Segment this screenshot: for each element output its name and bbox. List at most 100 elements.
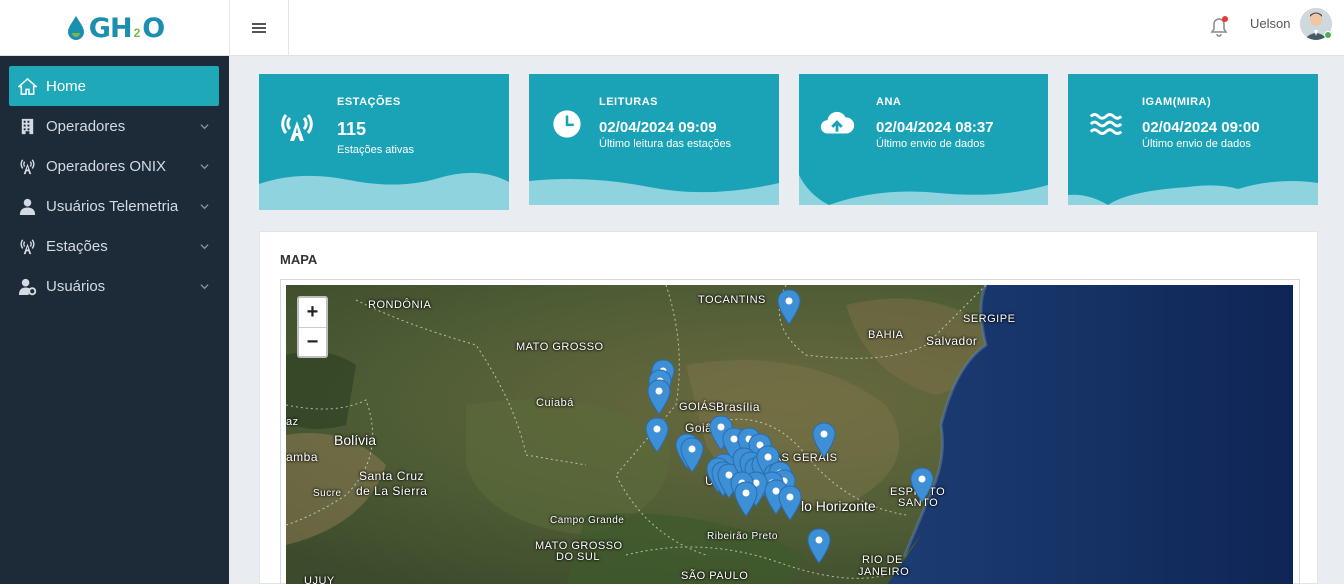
map[interactable]: + − RONDÔNIA TOCANTINS MATO GROSSO BAHIA…	[286, 285, 1293, 584]
station-marker-icon[interactable]	[680, 437, 704, 473]
map-label: MATO GROSSO	[516, 341, 604, 353]
sidebar-item-usuarios-telemetria[interactable]: Usuários Telemetria	[9, 186, 219, 226]
station-marker-icon[interactable]	[777, 289, 801, 325]
satellite-map-background	[286, 285, 1293, 584]
hamburger-icon	[252, 21, 266, 35]
station-marker-icon[interactable]	[645, 417, 669, 453]
menu-toggle-button[interactable]	[229, 0, 289, 56]
sidebar-item-operadores-onix[interactable]: Operadores ONIX	[9, 146, 219, 186]
map-panel: MAPA + − RONDÔNIA TOCANTINS MATO GROSSO …	[259, 231, 1318, 584]
user-icon	[9, 197, 46, 216]
building-icon	[9, 117, 46, 136]
zoom-controls: + −	[297, 296, 328, 358]
map-label: amba	[286, 450, 319, 464]
logo-text-tail: O	[142, 12, 165, 44]
card-title: ANA	[876, 96, 902, 108]
map-label: Ribeirão Preto	[707, 531, 778, 542]
card-title: IGAM(MIRA)	[1142, 96, 1212, 108]
sidebar-item-label: Usuários	[46, 277, 106, 295]
map-frame: + − RONDÔNIA TOCANTINS MATO GROSSO BAHIA…	[280, 279, 1300, 584]
card-wave	[799, 175, 1048, 205]
readings-card: LEITURAS 02/04/2024 09:09 Último leitura…	[529, 74, 779, 205]
map-label: RONDÔNIA	[368, 299, 432, 311]
map-label: JANEIRO	[858, 566, 910, 578]
top-navbar: GH 2 O Uelson	[0, 0, 1344, 56]
station-marker-icon[interactable]	[910, 467, 934, 503]
antenna-icon	[277, 108, 317, 148]
logo-text: GH	[88, 12, 133, 44]
map-label: UJUY	[304, 575, 335, 584]
card-description: Último leitura das estações	[599, 138, 732, 150]
antenna-icon	[9, 157, 46, 176]
map-label: Bolívia	[334, 432, 377, 448]
notification-badge	[1222, 16, 1228, 22]
map-label: SERGIPE	[963, 313, 1016, 325]
sidebar-item-usuarios[interactable]: Usuários	[9, 266, 219, 306]
card-wave	[529, 179, 779, 205]
map-label: az	[286, 416, 299, 428]
map-label: GOIÁS	[679, 401, 717, 413]
antenna-icon	[9, 237, 46, 256]
chevron-down-icon	[189, 282, 219, 291]
notifications-button[interactable]	[1209, 16, 1229, 38]
card-title: ESTAÇÕES	[337, 96, 401, 108]
map-label: Brasília	[716, 400, 761, 414]
map-label: SÃO PAULO	[681, 570, 749, 582]
sidebar-item-label: Operadores	[46, 117, 126, 135]
sidebar-item-estacoes[interactable]: Estações	[9, 226, 219, 266]
igam-card: IGAM(MIRA) 02/04/2024 09:00 Último envio…	[1068, 74, 1318, 205]
map-label: Cuiabá	[536, 397, 574, 409]
sidebar-item-home[interactable]: Home	[9, 66, 219, 106]
zoom-in-button[interactable]: +	[299, 298, 326, 327]
map-label: TOCANTINS	[698, 294, 766, 306]
logo[interactable]: GH 2 O	[0, 0, 229, 56]
map-title: MAPA	[280, 252, 318, 267]
card-wave	[1068, 181, 1318, 205]
card-value: 02/04/2024 09:00	[1142, 119, 1260, 136]
sidebar-item-label: Operadores ONIX	[46, 157, 167, 175]
station-marker-icon[interactable]	[647, 379, 671, 415]
sidebar-item-label: Estações	[46, 237, 108, 255]
card-value: 02/04/2024 08:37	[876, 119, 994, 136]
station-marker-icon[interactable]	[734, 481, 758, 517]
online-status-dot	[1324, 31, 1332, 39]
user-gear-icon	[9, 277, 46, 296]
map-label: Salvador	[926, 334, 978, 348]
clock-icon	[547, 104, 587, 144]
chevron-down-icon	[189, 162, 219, 171]
map-label: Sucre	[313, 488, 342, 499]
water-drop-icon	[67, 16, 84, 40]
cloud-upload-icon	[817, 104, 857, 144]
station-marker-icon[interactable]	[807, 528, 831, 564]
map-label: lo Horizonte	[801, 498, 876, 514]
stations-card: ESTAÇÕES 115 Estações ativas	[259, 74, 509, 210]
map-label: de La Sierra	[356, 484, 428, 498]
sidebar-item-operadores[interactable]: Operadores	[9, 106, 219, 146]
ana-card: ANA 02/04/2024 08:37 Último envio de dad…	[799, 74, 1048, 205]
map-label: RIO DE	[862, 554, 903, 566]
map-label: Campo Grande	[550, 515, 625, 526]
zoom-out-button[interactable]: −	[299, 327, 326, 356]
map-label: DO SUL	[556, 551, 600, 563]
card-value: 02/04/2024 09:09	[599, 119, 717, 136]
card-value: 115	[337, 119, 367, 139]
home-icon	[9, 77, 46, 96]
map-label: Santa Cruz	[359, 469, 425, 483]
water-waves-icon	[1086, 104, 1126, 144]
sidebar-item-label: Home	[46, 77, 87, 95]
chevron-down-icon	[189, 202, 219, 211]
username[interactable]: Uelson	[1250, 16, 1290, 31]
card-description: Último envio de dados	[1142, 138, 1251, 150]
card-description: Estações ativas	[337, 144, 415, 156]
card-wave	[259, 172, 509, 210]
chevron-down-icon	[189, 242, 219, 251]
card-description: Último envio de dados	[876, 138, 985, 150]
map-label: BAHIA	[868, 329, 904, 341]
card-title: LEITURAS	[599, 96, 658, 108]
chevron-down-icon	[189, 122, 219, 131]
station-marker-icon[interactable]	[812, 422, 836, 458]
logo-subscript: 2	[133, 26, 141, 40]
sidebar-item-label: Usuários Telemetria	[46, 197, 179, 215]
sidebar: Home Operadores Operadores ONIX Usuários…	[0, 56, 229, 584]
station-marker-icon[interactable]	[778, 485, 802, 521]
